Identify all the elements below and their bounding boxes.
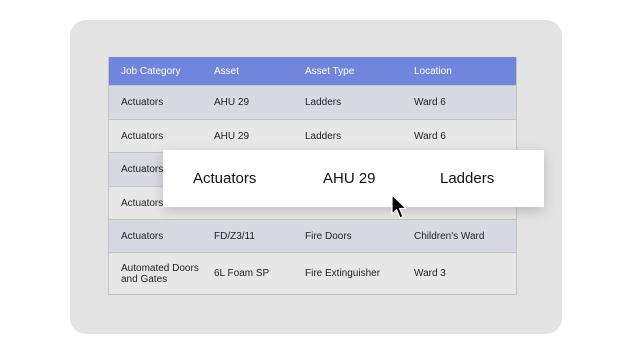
- cell-asset-type: Fire Extinguisher: [305, 268, 381, 279]
- cell-location: Children's Ward: [414, 230, 485, 242]
- cell-asset-type: Ladders: [305, 97, 342, 108]
- header-job-category[interactable]: Job Category: [109, 66, 214, 77]
- table-row[interactable]: Actuators AHU 29 Ladders Ward 6: [109, 85, 516, 119]
- mouse-pointer-icon: [391, 194, 407, 219]
- cell-asset-type: Fire Doors: [305, 230, 352, 242]
- header-asset-type[interactable]: Asset Type: [305, 66, 414, 77]
- popup-job-category: Actuators: [193, 170, 257, 187]
- header-location[interactable]: Location: [414, 66, 516, 77]
- cell-location: Ward 3: [414, 268, 446, 279]
- cell-location: Ward 6: [414, 97, 446, 108]
- cell-location: Ward 6: [414, 130, 446, 142]
- cell-asset: 6L Foam SP: [214, 268, 270, 279]
- cell-job-category: Actuators: [121, 230, 164, 242]
- table-row[interactable]: Actuators AHU 29 Ladders Ward 6: [109, 119, 516, 152]
- popup-asset-type: Ladders: [440, 170, 495, 187]
- cell-asset: AHU 29: [214, 97, 250, 108]
- cell-job-category: Actuators: [121, 130, 164, 142]
- cell-asset-type: Ladders: [305, 130, 342, 142]
- table-row[interactable]: Actuators FD/Z3/11 Fire Doors Children's…: [109, 219, 516, 252]
- table-header: Job Category Asset Asset Type Location: [109, 57, 516, 85]
- header-asset[interactable]: Asset: [214, 66, 305, 77]
- cell-asset: FD/Z3/11: [214, 230, 255, 242]
- cell-asset: AHU 29: [214, 130, 250, 142]
- cell-job-category: Actuators: [121, 97, 164, 108]
- table-row[interactable]: Automated Doors and Gates 6L Foam SP Fir…: [109, 252, 516, 294]
- popup-asset: AHU 29: [323, 170, 376, 187]
- dragged-row-popup[interactable]: Actuators AHU 29 Ladders: [163, 150, 544, 207]
- cell-job-category: Automated Doors and Gates: [121, 262, 199, 285]
